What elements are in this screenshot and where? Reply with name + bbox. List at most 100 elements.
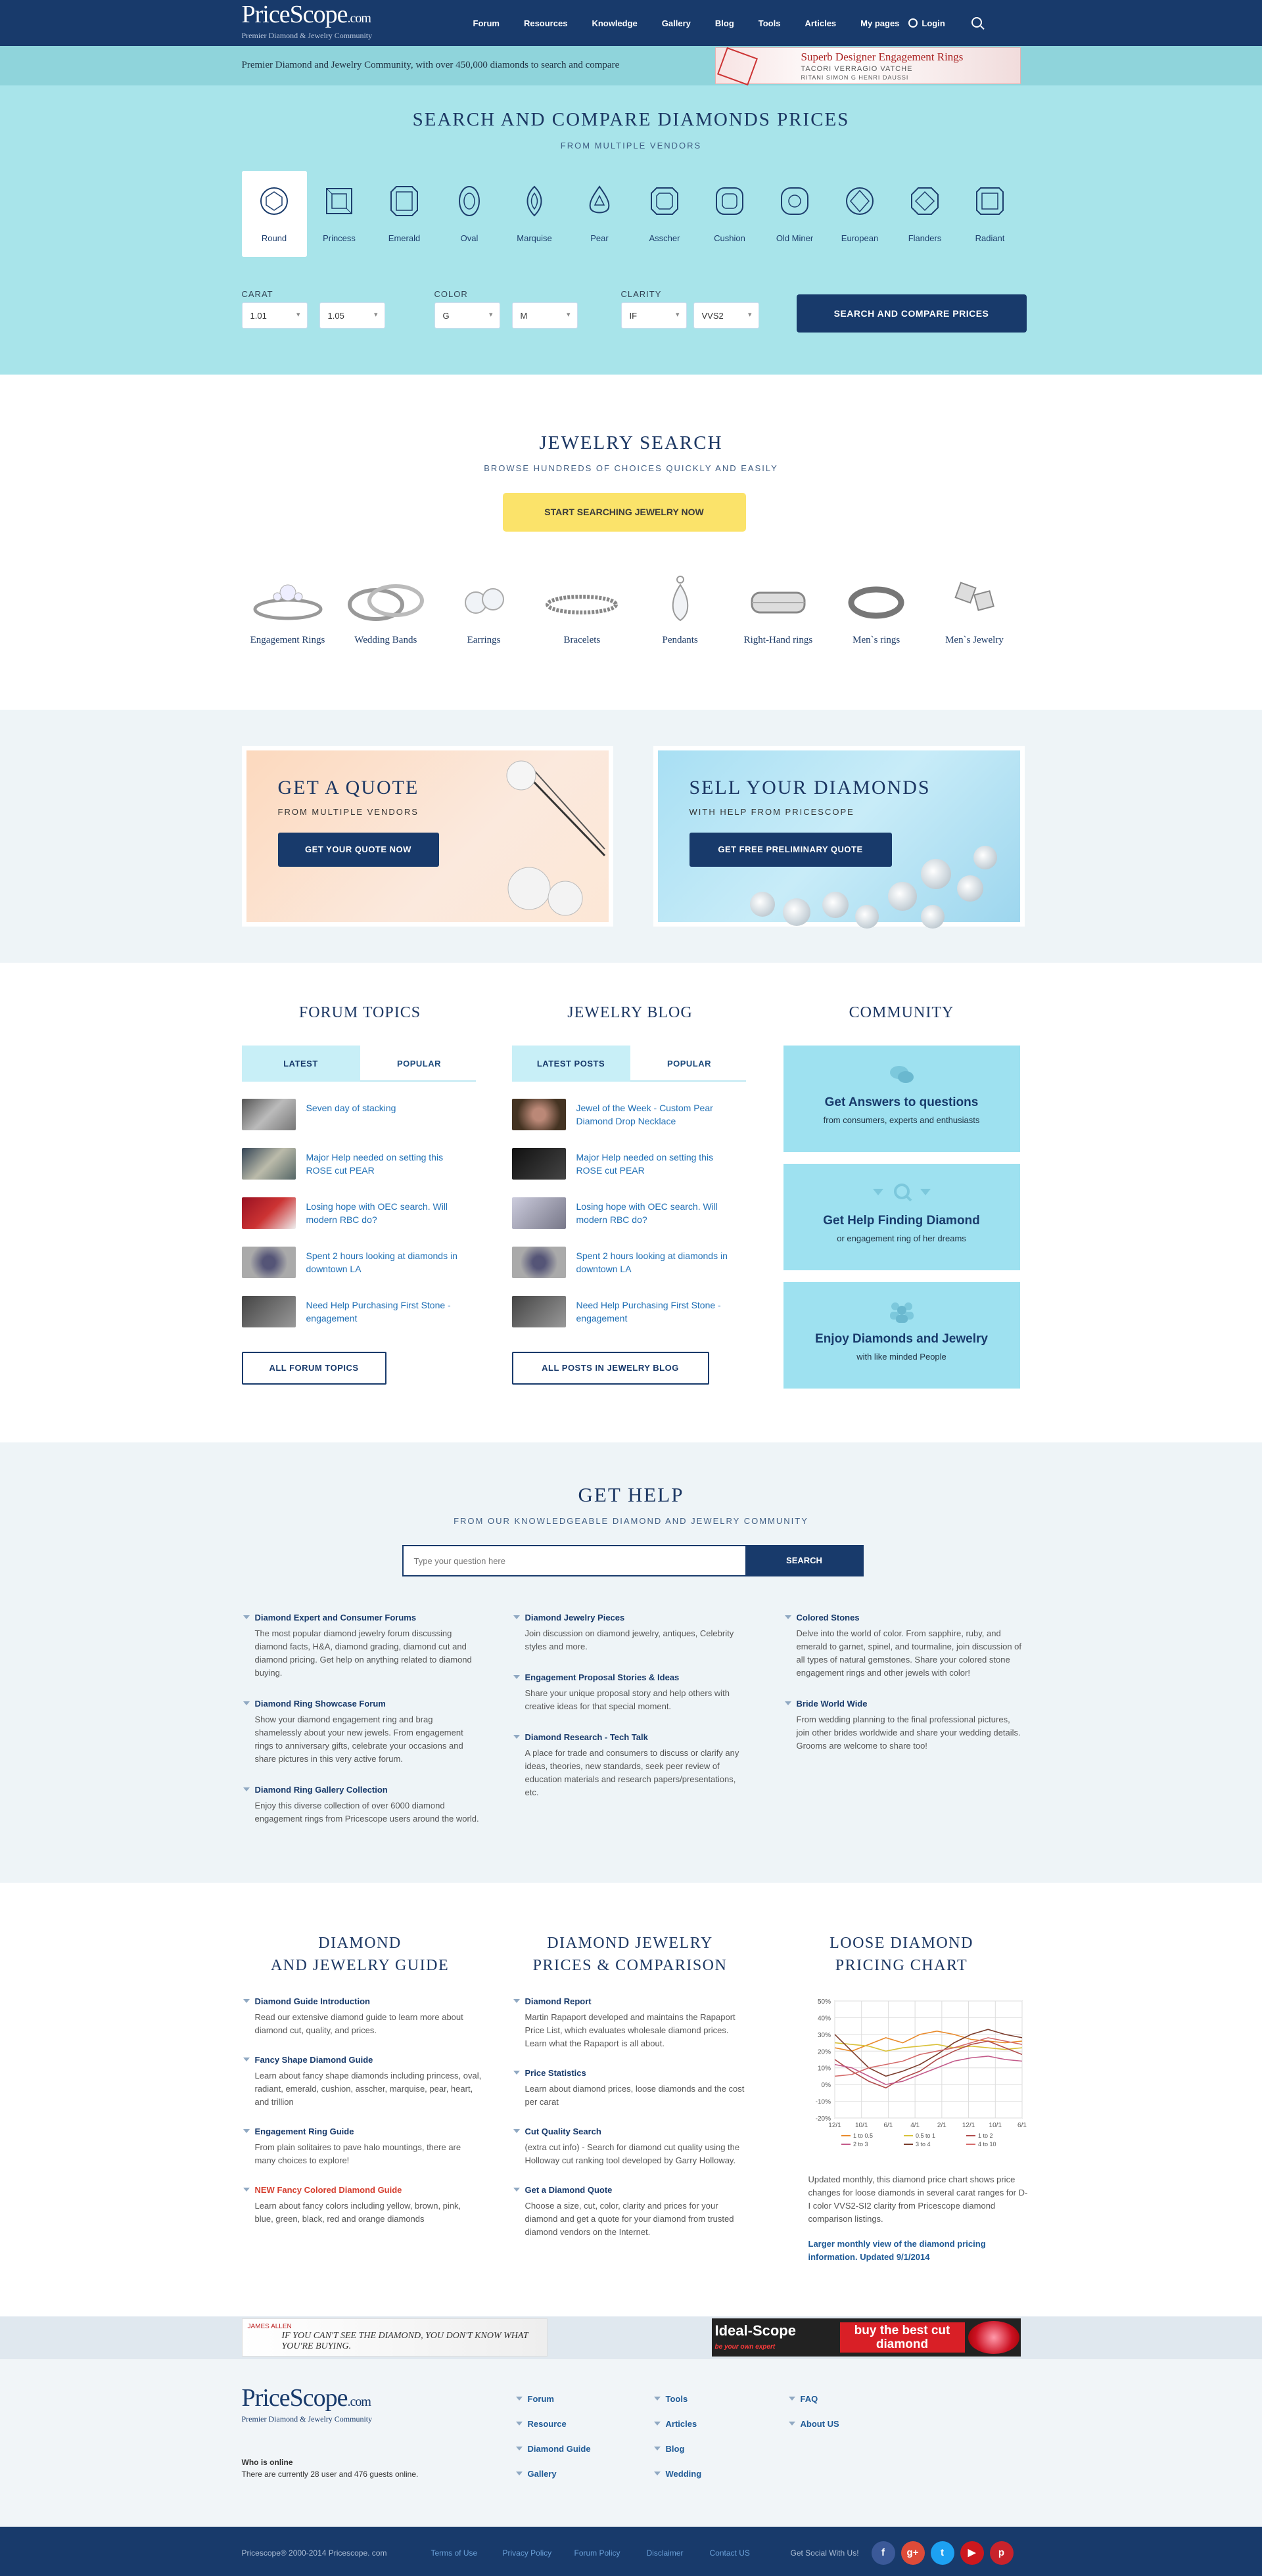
get-quote-button[interactable]: GET YOUR QUOTE NOW	[277, 833, 439, 867]
forum-post[interactable]: Spent 2 hours looking at diamonds in dow…	[241, 1247, 476, 1279]
question-search-button[interactable]: SEARCH	[745, 1545, 864, 1576]
all-blog-posts-button[interactable]: ALL POSTS IN JEWELRY BLOG	[511, 1352, 709, 1385]
forum-post[interactable]: Seven day of stacking	[241, 1099, 476, 1132]
category-right-hand-rings[interactable]: Right-Hand rings	[732, 573, 824, 646]
carat-to-select[interactable]: 1.05	[319, 302, 385, 329]
terms-link[interactable]: Terms of Use	[431, 2548, 478, 2558]
prices-link[interactable]: Diamond Report	[512, 1996, 752, 2007]
answers-card[interactable]: Get Answers to questions from consumers,…	[783, 1046, 1020, 1152]
shape-cushion[interactable]: Cushion	[697, 171, 762, 257]
privacy-link[interactable]: Privacy Policy	[503, 2548, 552, 2558]
nav-blog[interactable]: Blog	[715, 18, 734, 28]
help-link[interactable]: Diamond Jewelry Pieces	[512, 1612, 752, 1623]
footer-link[interactable]: Tools	[653, 2393, 702, 2404]
chart-larger-link[interactable]: Larger monthly view of the diamond prici…	[808, 2238, 1029, 2264]
help-link[interactable]: Bride World Wide	[783, 1698, 1023, 1709]
help-link[interactable]: Diamond Expert and Consumer Forums	[242, 1612, 482, 1623]
carat-from-select[interactable]: 1.01	[241, 302, 308, 329]
blog-post[interactable]: Jewel of the Week - Custom Pear Diamond …	[511, 1099, 746, 1132]
start-jewelry-search-button[interactable]: START SEARCHING JEWELRY NOW	[502, 493, 746, 532]
shape-round[interactable]: Round	[241, 171, 307, 257]
nav-knowledge[interactable]: Knowledge	[592, 18, 637, 28]
category-earrings[interactable]: Earrings	[438, 573, 530, 646]
help-link[interactable]: Diamond Ring Gallery Collection	[242, 1784, 482, 1795]
shape-radiant[interactable]: Radiant	[958, 171, 1023, 257]
shape-old-miner[interactable]: Old Miner	[762, 171, 828, 257]
footer-link[interactable]: Forum	[515, 2393, 591, 2404]
find-diamond-card[interactable]: Get Help Finding Diamond or engagement r…	[783, 1164, 1020, 1270]
shape-oval[interactable]: Oval	[437, 171, 502, 257]
nav-articles[interactable]: Articles	[805, 18, 836, 28]
question-input[interactable]: Type your question here	[402, 1545, 745, 1576]
category-mens-rings[interactable]: Men`s rings	[830, 573, 922, 646]
category-mens-jewelry[interactable]: Men`s Jewelry	[928, 573, 1020, 646]
james-allen-ad[interactable]: JAMES ALLEN IF YOU CAN'T SEE THE DIAMOND…	[241, 2318, 548, 2357]
footer-link[interactable]: Diamond Guide	[515, 2443, 591, 2454]
shape-marquise[interactable]: Marquise	[502, 171, 567, 257]
footer-link[interactable]: Wedding	[653, 2468, 701, 2479]
footer-link[interactable]: About US	[787, 2418, 839, 2429]
clarity-to-select[interactable]: VVS2	[693, 302, 759, 329]
footer-link[interactable]: Gallery	[515, 2468, 591, 2479]
blog-post[interactable]: Need Help Purchasing First Stone - engag…	[511, 1296, 746, 1329]
shape-princess[interactable]: Princess	[307, 171, 372, 257]
google-plus-icon[interactable]: g+	[900, 2541, 925, 2565]
nav-my-pages[interactable]: My pages	[860, 18, 899, 28]
twitter-icon[interactable]: t	[930, 2541, 954, 2565]
nav-forum[interactable]: Forum	[473, 18, 500, 28]
nav-resources[interactable]: Resources	[524, 18, 567, 28]
category-wedding-bands[interactable]: Wedding Bands	[340, 573, 432, 646]
pinterest-icon[interactable]: p	[989, 2541, 1014, 2565]
ideal-scope-ad[interactable]: Ideal-Scope be your own expert buy the b…	[711, 2318, 1021, 2357]
help-link[interactable]: Diamond Research - Tech Talk	[512, 1732, 752, 1743]
guide-link[interactable]: Fancy Shape Diamond Guide	[242, 2054, 482, 2065]
footer-link[interactable]: FAQ	[787, 2393, 839, 2404]
clarity-from-select[interactable]: IF	[620, 302, 687, 329]
shape-flanders[interactable]: Flanders	[893, 171, 958, 257]
enjoy-jewelry-card[interactable]: Enjoy Diamonds and Jewelry with like min…	[783, 1282, 1020, 1389]
search-compare-button[interactable]: SEARCH AND COMPARE PRICES	[796, 294, 1027, 333]
category-bracelets[interactable]: Bracelets	[536, 573, 628, 646]
category-engagement-rings[interactable]: Engagement Rings	[242, 573, 334, 646]
prices-link[interactable]: Cut Quality Search	[512, 2126, 752, 2137]
tab-popular[interactable]: POPULAR	[360, 1046, 479, 1082]
shape-asscher[interactable]: Asscher	[632, 171, 697, 257]
forum-post[interactable]: Losing hope with OEC search. Will modern…	[241, 1197, 476, 1230]
blog-post[interactable]: Major Help needed on setting this ROSE c…	[511, 1148, 746, 1181]
footer-link[interactable]: Articles	[653, 2418, 702, 2429]
forum-post[interactable]: Major Help needed on setting this ROSE c…	[241, 1148, 476, 1181]
shape-pear[interactable]: Pear	[567, 171, 632, 257]
disclaimer-link[interactable]: Disclaimer	[647, 2548, 684, 2558]
free-quote-button[interactable]: GET FREE PRELIMINARY QUOTE	[689, 833, 892, 867]
tab-latest-posts[interactable]: LATEST POSTS	[511, 1046, 630, 1082]
contact-link[interactable]: Contact US	[710, 2548, 750, 2558]
shape-european[interactable]: European	[828, 171, 893, 257]
guide-link[interactable]: Diamond Guide Introduction	[242, 1996, 482, 2007]
nav-gallery[interactable]: Gallery	[662, 18, 691, 28]
search-icon[interactable]	[971, 16, 982, 30]
guide-link-new[interactable]: NEW Fancy Colored Diamond Guide	[242, 2184, 482, 2196]
forum-post[interactable]: Need Help Purchasing First Stone - engag…	[241, 1296, 476, 1329]
tab-latest[interactable]: LATEST	[241, 1046, 360, 1082]
facebook-icon[interactable]: f	[871, 2541, 895, 2565]
login-link[interactable]: Login	[908, 18, 945, 28]
designer-rings-ad[interactable]: Superb Designer Engagement Rings TACORI …	[714, 47, 1021, 86]
site-logo[interactable]: PriceScope.com Premier Diamond & Jewelry…	[242, 2, 373, 40]
color-from-select[interactable]: G	[434, 302, 500, 329]
tab-popular[interactable]: POPULAR	[630, 1046, 749, 1082]
prices-link[interactable]: Price Statistics	[512, 2067, 752, 2079]
blog-post[interactable]: Spent 2 hours looking at diamonds in dow…	[511, 1247, 746, 1279]
category-pendants[interactable]: Pendants	[634, 573, 726, 646]
help-link[interactable]: Engagement Proposal Stories & Ideas	[512, 1672, 752, 1683]
prices-link[interactable]: Get a Diamond Quote	[512, 2184, 752, 2196]
blog-post[interactable]: Losing hope with OEC search. Will modern…	[511, 1197, 746, 1230]
footer-link[interactable]: Resource	[515, 2418, 591, 2429]
nav-tools[interactable]: Tools	[759, 18, 781, 28]
footer-logo[interactable]: PriceScope.com Premier Diamond & Jewelry…	[242, 2385, 373, 2424]
youtube-icon[interactable]: ▶	[960, 2541, 984, 2565]
footer-link[interactable]: Blog	[653, 2443, 702, 2454]
color-to-select[interactable]: M	[511, 302, 578, 329]
all-forum-topics-button[interactable]: ALL FORUM TOPICS	[241, 1352, 386, 1385]
help-link[interactable]: Diamond Ring Showcase Forum	[242, 1698, 482, 1709]
guide-link[interactable]: Engagement Ring Guide	[242, 2126, 482, 2137]
